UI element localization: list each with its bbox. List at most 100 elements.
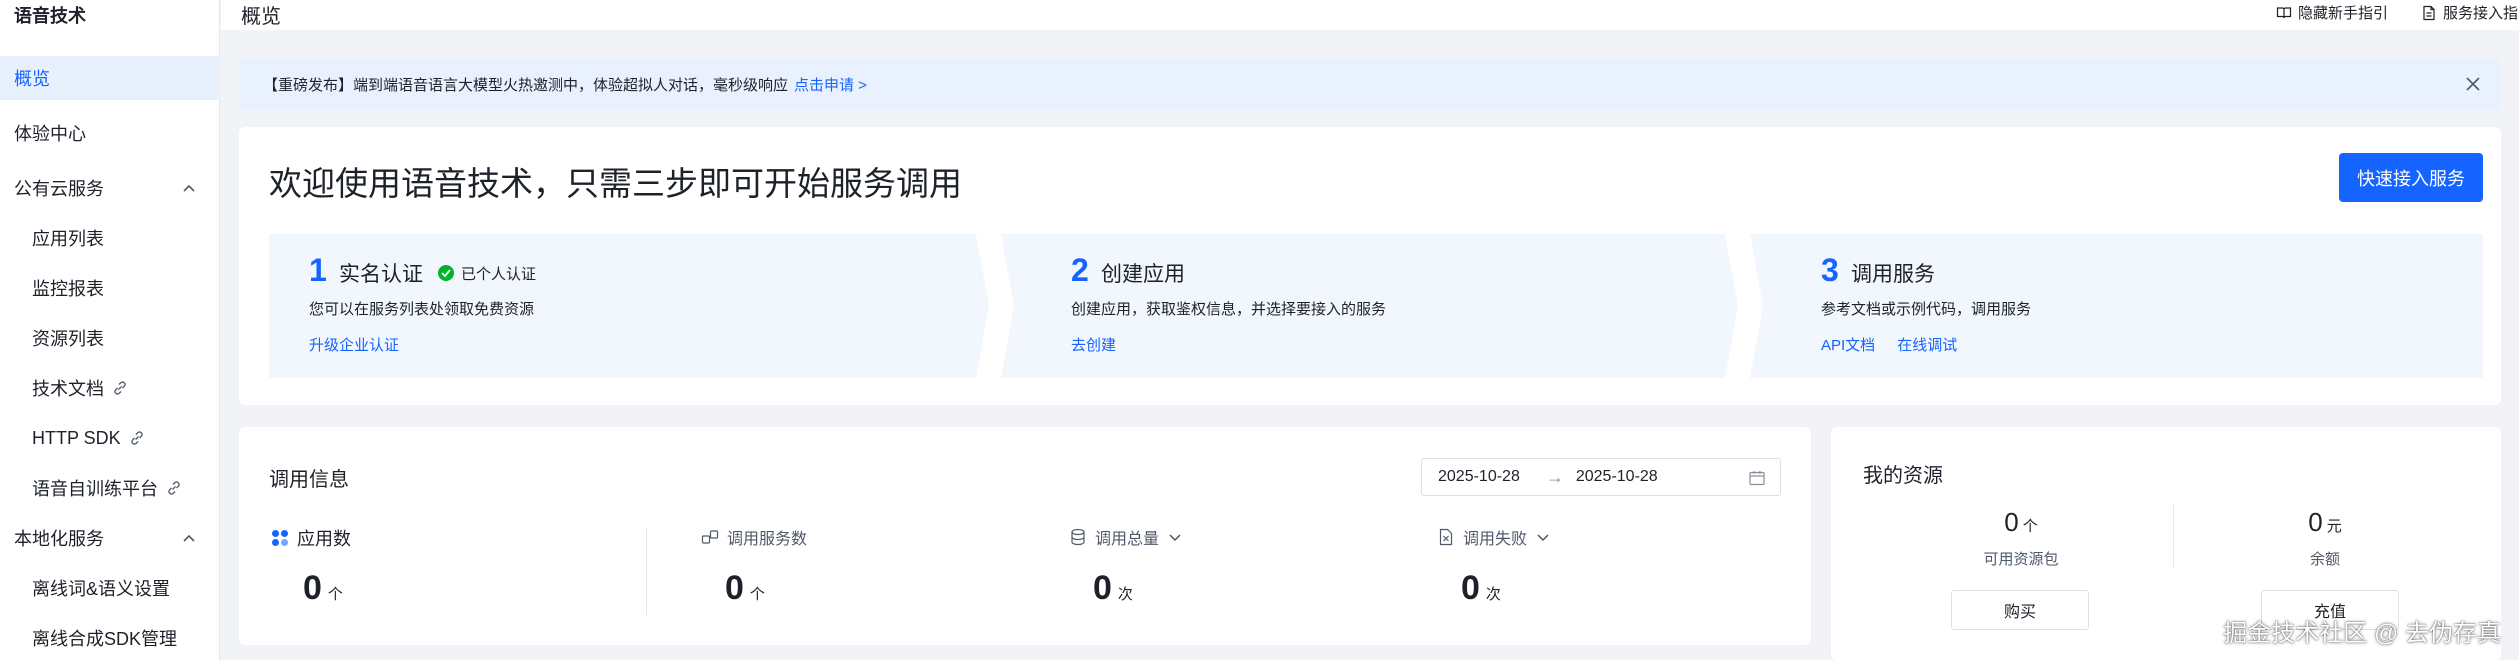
book-icon	[2276, 6, 2292, 18]
metric-value: 0	[303, 569, 322, 607]
sidebar-item-label: 语音自训练平台	[32, 479, 158, 499]
sidebar-item-self-training[interactable]: 语音自训练平台	[0, 466, 220, 510]
chevron-up-icon[interactable]	[180, 529, 198, 547]
metric-service-count: 调用服务数 0个	[701, 525, 1061, 625]
api-docs-link[interactable]: API文档	[1821, 334, 1875, 355]
error-file-icon	[1439, 528, 1453, 546]
resource-balance: 0元 余额	[2175, 507, 2475, 569]
service-access-button[interactable]: 服务接入指	[2421, 2, 2518, 23]
sidebar-item-offline-sdk[interactable]: 离线合成SDK管理	[0, 616, 220, 660]
step-description: 参考文档或示例代码，调用服务	[1821, 301, 2032, 318]
banner-text: 【重磅发布】端到端语音语言大模型火热邀测中，体验超拟人对话，毫秒级响应	[263, 76, 789, 94]
call-info-card: 调用信息 2025-10-28 → 2025-10-28 应用数 0个 调用服务…	[239, 427, 1811, 645]
metric-label: 调用总量	[1095, 531, 1160, 548]
step-name: 创建应用	[1101, 263, 1185, 286]
step-call-service: 3 调用服务 参考文档或示例代码，调用服务 API文档 在线调试	[1781, 234, 2481, 378]
sidebar: 语音技术 概览 体验中心 公有云服务 应用列表 监控报表 资源列表 技术文档 H…	[0, 0, 220, 660]
arrow-right-icon: →	[1545, 466, 1564, 487]
metric-label: 调用失败	[1463, 531, 1528, 548]
buy-button[interactable]: 购买	[1951, 590, 2089, 630]
document-icon	[2423, 5, 2435, 20]
sidebar-group-public-cloud[interactable]: 公有云服务	[0, 166, 220, 210]
service-access-label: 服务接入指	[2443, 5, 2519, 22]
step-name: 实名认证	[339, 263, 423, 286]
welcome-title: 欢迎使用语音技术，只需三步即可开始服务调用	[269, 165, 962, 202]
metric-app-count: 应用数 0个	[271, 525, 631, 625]
hide-guide-label: 隐藏新手指引	[2298, 5, 2389, 22]
step-number: 3	[1821, 252, 1839, 288]
create-app-link[interactable]: 去创建	[1071, 334, 1116, 355]
metric-unit: 个	[749, 586, 765, 603]
sidebar-item-label: 离线合成SDK管理	[32, 629, 178, 649]
step-number: 1	[309, 252, 327, 288]
sidebar-item-label: 监控报表	[32, 279, 104, 299]
step-description: 您可以在服务列表处领取免费资源	[309, 301, 535, 318]
status-badge-label: 已个人认证	[461, 265, 537, 283]
upgrade-enterprise-link[interactable]: 升级企业认证	[309, 334, 399, 355]
metric-failed-calls: 调用失败 0次	[1437, 525, 1797, 625]
database-icon	[1071, 528, 1085, 546]
date-start[interactable]: 2025-10-28	[1438, 468, 1520, 486]
check-circle-icon	[438, 265, 454, 281]
divider	[2173, 505, 2174, 569]
external-link-icon	[131, 431, 143, 445]
date-end[interactable]: 2025-10-28	[1576, 468, 1658, 486]
sidebar-item-offline-words[interactable]: 离线词&语义设置	[0, 566, 220, 610]
close-icon[interactable]	[2463, 74, 2483, 94]
sidebar-group-local[interactable]: 本地化服务	[0, 516, 220, 560]
header: 概览 隐藏新手指引 服务接入指	[221, 0, 2519, 30]
sidebar-item-http-sdk[interactable]: HTTP SDK	[0, 416, 220, 460]
resource-label: 可用资源包	[1983, 551, 2059, 568]
sidebar-item-label: 公有云服务	[14, 179, 104, 199]
apps-icon	[272, 530, 288, 546]
date-range-picker[interactable]: 2025-10-28 → 2025-10-28	[1421, 458, 1781, 496]
sidebar-item-label: 技术文档	[32, 379, 104, 399]
calendar-icon	[1749, 471, 1765, 486]
metric-label: 应用数	[297, 529, 351, 549]
resource-value: 0	[2004, 507, 2019, 537]
chevron-down-icon[interactable]	[1535, 529, 1551, 545]
resource-unit: 元	[2326, 518, 2342, 535]
online-debug-link[interactable]: 在线调试	[1897, 334, 1957, 355]
sidebar-item-app-list[interactable]: 应用列表	[0, 216, 220, 260]
link-icon	[701, 530, 719, 544]
call-info-title: 调用信息	[269, 469, 349, 491]
step-create-app: 2 创建应用 创建应用，获取鉴权信息，并选择要接入的服务 去创建	[1031, 234, 1751, 378]
sidebar-item-tech-docs[interactable]: 技术文档	[0, 366, 220, 410]
sidebar-item-label: 离线词&语义设置	[32, 579, 171, 599]
sidebar-item-overview[interactable]: 概览	[0, 56, 220, 100]
resource-available: 0个 可用资源包	[1871, 507, 2171, 569]
sidebar-item-label: HTTP SDK	[32, 427, 121, 448]
external-link-icon	[114, 381, 126, 395]
sidebar-item-label: 体验中心	[14, 124, 86, 144]
sidebar-item-label: 资源列表	[32, 329, 104, 349]
step-heading: 实名认证 已个人认证	[339, 258, 536, 288]
metric-total-calls: 调用总量 0次	[1069, 525, 1429, 625]
sidebar-item-monitor[interactable]: 监控报表	[0, 266, 220, 310]
sidebar-title: 语音技术	[14, 6, 86, 26]
resource-value: 0	[2308, 507, 2323, 537]
external-link-icon	[168, 481, 180, 495]
metric-unit: 次	[1485, 586, 1501, 603]
sidebar-item-resources[interactable]: 资源列表	[0, 316, 220, 360]
resource-unit: 个	[2022, 518, 2038, 535]
resource-label: 余额	[2309, 551, 2340, 568]
watermark: 掘金技术社区 @ 去伪存真	[2223, 620, 2501, 647]
metric-value: 0	[725, 569, 744, 607]
metric-unit: 个	[327, 586, 343, 603]
announcement-banner: 【重磅发布】端到端语音语言大模型火热邀测中，体验超拟人对话，毫秒级响应 点击申请…	[239, 58, 2501, 110]
divider	[646, 527, 647, 615]
banner-apply-link[interactable]: 点击申请 >	[794, 74, 867, 95]
page-title: 概览	[241, 6, 281, 28]
step-realname: 1 实名认证 已个人认证 您可以在服务列表处领取免费资源 升级企业认证	[269, 234, 989, 378]
sidebar-item-experience[interactable]: 体验中心	[0, 111, 220, 155]
step-description: 创建应用，获取鉴权信息，并选择要接入的服务	[1071, 301, 1387, 318]
hide-guide-button[interactable]: 隐藏新手指引	[2276, 2, 2388, 23]
status-badge: 已个人认证	[437, 263, 536, 284]
resources-title: 我的资源	[1863, 465, 1943, 487]
chevron-up-icon[interactable]	[180, 179, 198, 197]
quick-access-button[interactable]: 快速接入服务	[2339, 153, 2483, 202]
sidebar-item-label: 概览	[14, 69, 50, 89]
chevron-down-icon[interactable]	[1167, 529, 1183, 545]
metric-unit: 次	[1117, 586, 1133, 603]
